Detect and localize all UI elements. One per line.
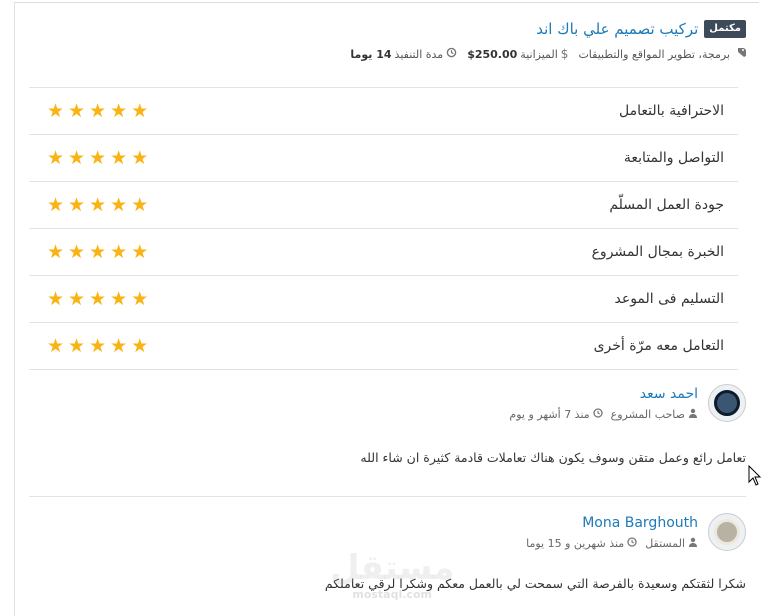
star-icon: ★ xyxy=(68,99,86,122)
star-icon: ★ xyxy=(89,99,107,122)
rating-row: التعامل معه مرّة أخرى ★ ★ ★ ★ ★ xyxy=(29,322,738,370)
dollar-icon: $ xyxy=(560,47,569,61)
rating-stars: ★ ★ ★ ★ ★ xyxy=(47,193,149,216)
budget-label: الميزانية xyxy=(520,47,558,61)
rating-label: التعامل معه مرّة أخرى xyxy=(593,338,724,354)
star-icon: ★ xyxy=(68,146,86,169)
rating-label: جودة العمل المسلّم xyxy=(609,197,724,213)
star-icon: ★ xyxy=(110,193,128,216)
star-icon: ★ xyxy=(68,334,86,357)
star-icon: ★ xyxy=(68,193,86,216)
star-icon: ★ xyxy=(131,146,149,169)
avatar[interactable] xyxy=(708,513,746,551)
time-text: منذ شهرين و 15 يوما xyxy=(526,537,625,550)
star-icon: ★ xyxy=(47,287,65,310)
star-icon: ★ xyxy=(68,240,86,263)
time-text: منذ 7 أشهر و يوم xyxy=(509,408,590,421)
ratings-table: الاحترافية بالتعامل ★ ★ ★ ★ ★ التواصل والمتابع… xyxy=(29,87,738,370)
role-text: المستقل xyxy=(645,537,685,550)
star-icon: ★ xyxy=(47,193,65,216)
star-icon: ★ xyxy=(68,287,86,310)
time: منذ شهرين و 15 يوما xyxy=(526,537,637,550)
status-badge: مكتمل xyxy=(704,20,746,38)
project-header: مكتمل تركيب تصميم علي باك اند برمجة، تطو… xyxy=(30,18,746,61)
commenter-name-link[interactable]: احمد سعد xyxy=(509,386,698,402)
project-title-link[interactable]: تركيب تصميم علي باك اند xyxy=(536,20,698,38)
clock-icon xyxy=(593,408,603,421)
rating-stars: ★ ★ ★ ★ ★ xyxy=(47,146,149,169)
role: صاحب المشروع xyxy=(611,408,698,421)
role: المستقل xyxy=(645,537,698,550)
star-icon: ★ xyxy=(89,240,107,263)
star-icon: ★ xyxy=(89,287,107,310)
user-icon xyxy=(688,537,698,550)
rating-row: الخبرة بمجال المشروع ★ ★ ★ ★ ★ xyxy=(29,228,738,275)
rating-row: التسليم فى الموعد ★ ★ ★ ★ ★ xyxy=(29,275,738,322)
duration-value: 14 يوما xyxy=(350,47,392,61)
rating-row: جودة العمل المسلّم ★ ★ ★ ★ ★ xyxy=(29,181,738,228)
tags-icon xyxy=(733,47,746,61)
star-icon: ★ xyxy=(110,99,128,122)
star-icon: ★ xyxy=(47,146,65,169)
rating-label: الاحترافية بالتعامل xyxy=(618,103,724,119)
commenter-name-link[interactable]: Mona Barghouth xyxy=(526,515,698,531)
left-border xyxy=(14,2,15,616)
comment-text: تعامل رائع وعمل متقن وسوف يكون هناك تعام… xyxy=(360,450,746,465)
star-icon: ★ xyxy=(110,240,128,263)
watermark: مستقل mostaql.com xyxy=(330,548,454,601)
rating-label: التسليم فى الموعد xyxy=(614,291,725,307)
comment-owner: احمد سعد صاحب المشروع منذ 7 أشهر و يوم ت… xyxy=(29,384,746,465)
star-icon: ★ xyxy=(89,146,107,169)
star-icon: ★ xyxy=(110,334,128,357)
star-icon: ★ xyxy=(89,193,107,216)
category-text: برمجة، تطوير المواقع والتطبيقات xyxy=(578,47,730,61)
rating-stars: ★ ★ ★ ★ ★ xyxy=(47,287,149,310)
star-icon: ★ xyxy=(131,99,149,122)
comment-divider xyxy=(29,496,746,497)
avatar[interactable] xyxy=(708,384,746,422)
meta-category: برمجة، تطوير المواقع والتطبيقات xyxy=(578,47,746,61)
mouse-cursor-icon xyxy=(748,465,762,486)
user-icon xyxy=(688,408,698,421)
star-icon: ★ xyxy=(131,334,149,357)
rating-stars: ★ ★ ★ ★ ★ xyxy=(47,99,149,122)
rating-row: الاحترافية بالتعامل ★ ★ ★ ★ ★ xyxy=(29,87,738,134)
meta-budget: $ الميزانية $250.00 xyxy=(467,47,568,61)
rating-label: الخبرة بمجال المشروع xyxy=(591,244,724,260)
star-icon: ★ xyxy=(110,287,128,310)
star-icon: ★ xyxy=(47,99,65,122)
star-icon: ★ xyxy=(131,240,149,263)
clock-icon xyxy=(627,537,637,550)
star-icon: ★ xyxy=(47,240,65,263)
budget-value: $250.00 xyxy=(467,47,518,61)
watermark-text: مستقل xyxy=(330,548,455,588)
star-icon: ★ xyxy=(89,334,107,357)
rating-label: التواصل والمتابعة xyxy=(623,150,724,166)
time: منذ 7 أشهر و يوم xyxy=(509,408,603,421)
star-icon: ★ xyxy=(131,287,149,310)
star-icon: ★ xyxy=(47,334,65,357)
rating-stars: ★ ★ ★ ★ ★ xyxy=(47,334,149,357)
rating-row: التواصل والمتابعة ★ ★ ★ ★ ★ xyxy=(29,134,738,181)
history-icon xyxy=(446,47,457,61)
watermark-sub: mostaql.com xyxy=(352,588,432,601)
top-border xyxy=(14,2,759,3)
star-icon: ★ xyxy=(131,193,149,216)
project-meta: برمجة، تطوير المواقع والتطبيقات $ الميزا… xyxy=(30,47,746,61)
role-text: صاحب المشروع xyxy=(610,408,685,421)
rating-stars: ★ ★ ★ ★ ★ xyxy=(47,240,149,263)
meta-duration: مدة التنفيذ 14 يوما xyxy=(350,47,457,61)
star-icon: ★ xyxy=(110,146,128,169)
duration-label: مدة التنفيذ xyxy=(394,47,444,61)
